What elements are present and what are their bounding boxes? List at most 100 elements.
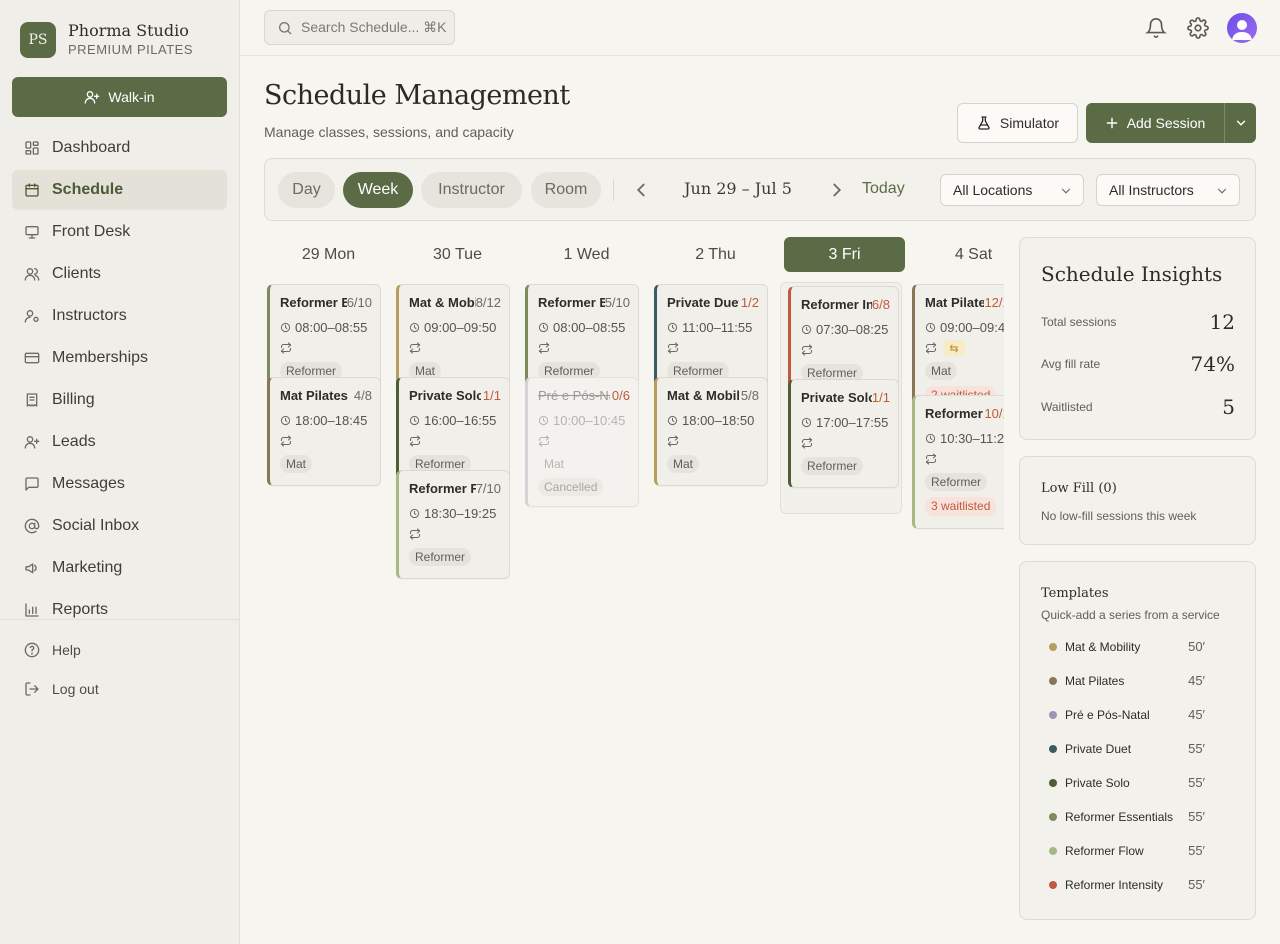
- bell-icon[interactable]: [1145, 17, 1167, 39]
- template-item[interactable]: Mat & Mobility 50′: [1049, 639, 1205, 654]
- view-week-tab[interactable]: Week: [343, 172, 413, 208]
- brand-name: Phorma Studio: [68, 21, 189, 40]
- sidebar-item-memberships[interactable]: Memberships: [12, 338, 227, 378]
- template-name: Reformer Intensity: [1065, 877, 1164, 892]
- monitor-icon: [25, 226, 39, 239]
- sidebar-item-label: Front Desk: [52, 223, 131, 240]
- session-card[interactable]: Pré e Pós-Natal0/6 10:00–10:45 Mat Cancelle…: [525, 377, 639, 507]
- today-button[interactable]: Today: [862, 180, 905, 198]
- session-time: 18:00–18:45: [295, 413, 368, 428]
- sidebar-item-messages[interactable]: Messages: [12, 464, 227, 504]
- view-instructor-tab[interactable]: Instructor: [421, 172, 522, 208]
- session-capacity: 1/1: [482, 388, 501, 403]
- insight-fill-rate: Avg fill rate 74%: [1041, 352, 1235, 376]
- sidebar-item-label: Clients: [52, 265, 101, 282]
- sidebar-item-front-desk[interactable]: Front Desk: [12, 212, 227, 252]
- session-time: 10:30–11:25: [940, 431, 1004, 446]
- sidebar-item-schedule[interactable]: Schedule: [12, 170, 227, 210]
- avatar[interactable]: [1227, 13, 1257, 43]
- view-day-tab[interactable]: Day: [278, 172, 335, 208]
- template-item[interactable]: Private Solo 55′: [1049, 775, 1205, 790]
- clock-icon: [801, 417, 812, 428]
- template-item[interactable]: Reformer Intensity 55′: [1049, 877, 1205, 892]
- search-input[interactable]: Search Schedule... ⌘K: [264, 10, 455, 45]
- sidebar-item-label: Memberships: [52, 349, 149, 366]
- template-item[interactable]: Private Duet 55′: [1049, 741, 1205, 756]
- logout-label: Log out: [52, 681, 99, 697]
- walk-in-label: Walk-in: [108, 89, 155, 105]
- chevron-down-icon: [1236, 120, 1245, 126]
- add-session-dropdown[interactable]: [1224, 103, 1256, 143]
- template-name: Reformer Essentials: [1065, 809, 1174, 824]
- dashboard-icon: [25, 141, 39, 155]
- sidebar-item-label: Reports: [52, 601, 109, 618]
- day-header: 1 Wed: [563, 246, 610, 263]
- template-color-dot: [1049, 642, 1057, 651]
- template-name: Private Solo: [1065, 775, 1130, 790]
- session-card[interactable]: Private Solo 1/1 17:00–17:55 Reformer: [788, 379, 899, 488]
- session-name: Mat Pilates: [925, 295, 985, 310]
- session-name: Pré e Pós-Natal: [538, 388, 610, 403]
- template-item[interactable]: Pré e Pós-Natal 45′: [1049, 707, 1205, 722]
- sidebar-item-dashboard[interactable]: Dashboard: [12, 128, 227, 168]
- template-item[interactable]: Mat Pilates 45′: [1049, 673, 1205, 688]
- session-name: Private Solo: [409, 388, 481, 403]
- sidebar-divider: [0, 619, 239, 620]
- sidebar-item-clients[interactable]: Clients: [12, 254, 227, 294]
- sidebar-item-billing[interactable]: Billing: [12, 380, 227, 420]
- session-card[interactable]: Mat & Mobility5/8 18:00–18:50 Mat: [654, 377, 768, 486]
- session-time: 10:00–10:45: [553, 413, 626, 428]
- walk-in-button[interactable]: Walk-in: [12, 77, 227, 117]
- session-capacity: 1/1: [871, 390, 890, 405]
- sidebar-item-social-inbox[interactable]: Social Inbox: [12, 506, 227, 546]
- bar-chart-icon: [25, 603, 39, 617]
- instructors-value: All Instructors: [1109, 182, 1194, 198]
- sidebar-item-label: Messages: [52, 475, 125, 492]
- simulator-button[interactable]: Simulator: [957, 103, 1078, 143]
- template-item[interactable]: Reformer Essentials 55′: [1049, 809, 1205, 824]
- message-icon: [25, 477, 39, 491]
- chevron-left-icon[interactable]: [630, 179, 652, 201]
- day-header: 29 Mon: [301, 246, 356, 263]
- session-card[interactable]: Mat Pilates 4/8 18:00–18:45 Mat: [267, 377, 381, 486]
- gear-icon[interactable]: [1187, 17, 1209, 39]
- sidebar-item-instructors[interactable]: Instructors: [12, 296, 227, 336]
- repeat-icon: [667, 342, 679, 354]
- session-capacity: 1/2: [740, 295, 759, 310]
- insights-title: Schedule Insights: [1041, 262, 1223, 286]
- templates-panel: Templates Quick-add a series from a serv…: [1019, 561, 1256, 920]
- insight-waitlisted: Waitlisted 5: [1041, 395, 1235, 419]
- session-capacity: 6/8: [871, 297, 890, 312]
- session-time: 17:00–17:55: [816, 415, 889, 430]
- search-icon: [279, 21, 292, 34]
- chevron-right-icon[interactable]: [826, 179, 848, 201]
- session-name: Mat & Mobility: [667, 388, 739, 403]
- repeat-icon: [801, 344, 813, 356]
- template-duration: 45′: [1188, 673, 1205, 688]
- sidebar-item-marketing[interactable]: Marketing: [12, 548, 227, 588]
- session-card[interactable]: Reformer Flow7/10 18:30–19:25 Reformer: [396, 470, 510, 579]
- template-color-dot: [1049, 710, 1057, 719]
- session-time: 07:30–08:25: [816, 322, 889, 337]
- view-room-tab[interactable]: Room: [531, 172, 601, 208]
- sidebar-item-reports[interactable]: Reports: [12, 590, 227, 618]
- session-card[interactable]: Reformer Flow10/10 10:30–11:25 Reformer 3 w…: [912, 395, 1004, 529]
- sidebar-item-leads[interactable]: Leads: [12, 422, 227, 462]
- repeat-icon: [801, 437, 813, 449]
- room-tag: Mat: [667, 455, 700, 473]
- instructors-select[interactable]: All Instructors: [1096, 174, 1240, 206]
- templates-title: Templates: [1041, 586, 1109, 601]
- logout-link[interactable]: Log out: [24, 681, 99, 697]
- clock-icon: [667, 322, 678, 333]
- template-color-dot: [1049, 778, 1057, 787]
- locations-select[interactable]: All Locations: [940, 174, 1084, 206]
- repeat-icon: [280, 342, 292, 354]
- page-title: Schedule Management: [264, 80, 570, 111]
- session-capacity: 12/12: [984, 295, 1004, 310]
- clock-icon: [409, 322, 420, 333]
- calendar-icon: [25, 183, 39, 197]
- help-link[interactable]: Help: [24, 642, 81, 658]
- day-header: 30 Tue: [433, 246, 482, 263]
- add-session-button[interactable]: Add Session: [1086, 103, 1224, 143]
- template-item[interactable]: Reformer Flow 55′: [1049, 843, 1205, 858]
